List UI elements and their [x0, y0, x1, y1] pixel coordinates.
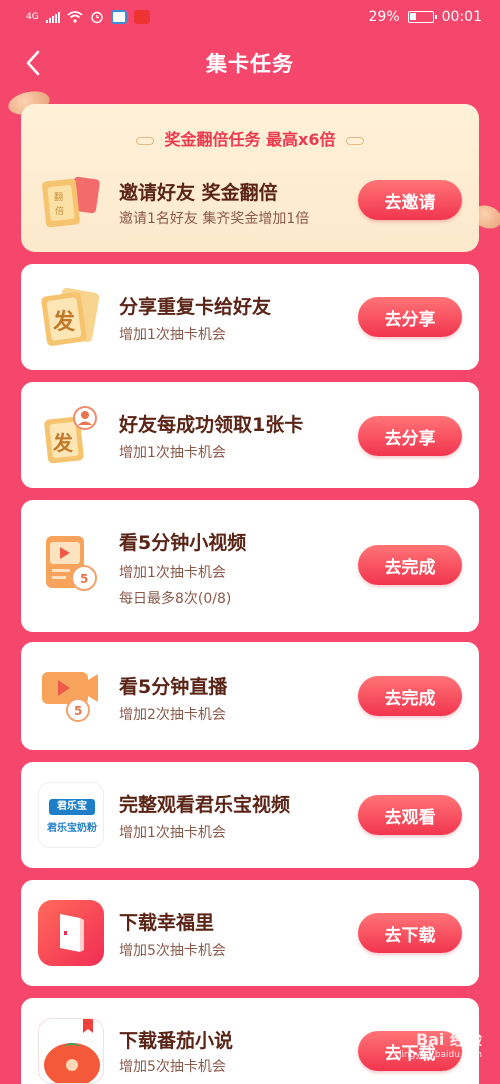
- task-card-short-video: 5 看5分钟小视频 增加1次抽卡机会 每日最多8次(0/8) 去完成: [21, 500, 479, 632]
- watermark-text: Bai 经验: [415, 1030, 482, 1049]
- junlebao-logo-bottom: 君乐宝奶粉: [47, 823, 97, 834]
- task-card-xingfuli: 下载幸福里 增加5次抽卡机会 去下载: [21, 880, 479, 986]
- task-sub: 增加1次抽卡机会: [119, 825, 226, 841]
- svg-text:倍: 倍: [55, 205, 64, 217]
- task-card-friend-claim: 发 好友每成功领取1张卡 增加1次抽卡机会 去分享: [21, 382, 479, 488]
- task-name: 好友每成功领取1张卡: [119, 414, 304, 436]
- wifi-icon: [67, 11, 83, 23]
- signal-icon: [45, 11, 60, 23]
- friend-card-icon: 发: [38, 404, 104, 470]
- share-button[interactable]: 去分享: [358, 416, 462, 456]
- chevron-left-icon: [26, 50, 40, 76]
- clock: 00:01: [441, 9, 482, 25]
- task-card-share-duplicate: 发 分享重复卡给好友 增加1次抽卡机会 去分享: [21, 264, 479, 370]
- share-card-icon: 发: [38, 284, 104, 350]
- task-name: 分享重复卡给好友: [119, 296, 272, 318]
- bonus-task-sub: 邀请1名好友 集齐奖金增加1倍: [119, 211, 310, 227]
- task-sub: 增加5次抽卡机会: [119, 1059, 226, 1075]
- complete-button[interactable]: 去完成: [358, 676, 462, 716]
- task-name: 看5分钟小视频: [119, 532, 247, 554]
- download-button[interactable]: 去下载: [358, 913, 462, 953]
- header: 集卡任务: [0, 34, 500, 92]
- alarm-icon: [91, 11, 103, 24]
- short-video-icon: 5: [38, 532, 104, 598]
- watch-button[interactable]: 去观看: [358, 795, 462, 835]
- junlebao-logo-top: 君乐宝: [49, 799, 95, 815]
- ribbon-decoration-icon: [136, 136, 155, 145]
- task-name: 下载幸福里: [119, 912, 215, 934]
- svg-text:5: 5: [74, 704, 82, 718]
- stock-app-icon: [133, 10, 150, 24]
- invite-button[interactable]: 去邀请: [358, 180, 462, 220]
- bonus-task-card: 奖金翻倍任务 最高x6倍 翻 倍 邀请好友 奖金翻倍 邀请1名好友 集齐奖金增加…: [21, 104, 479, 252]
- task-limit: 每日最多8次(0/8): [119, 591, 232, 607]
- app-notification-icon: [110, 10, 127, 24]
- network-label: 4G: [26, 12, 39, 22]
- watermark: Bai 经验 jingyan.baidu.com: [399, 1026, 482, 1060]
- task-sub: 增加1次抽卡机会: [119, 327, 226, 343]
- back-button[interactable]: [18, 48, 48, 78]
- bonus-title-row: 奖金翻倍任务 最高x6倍: [21, 126, 479, 150]
- ribbon-decoration-icon: [345, 136, 364, 145]
- svg-text:5: 5: [80, 572, 88, 586]
- task-sub: 增加1次抽卡机会: [119, 445, 226, 461]
- watermark-url: jingyan.baidu.com: [398, 1050, 482, 1060]
- task-card-live-stream: 5 看5分钟直播 增加2次抽卡机会 去完成: [21, 642, 479, 750]
- invite-cards-icon: 翻 倍: [38, 170, 104, 236]
- status-bar: 4G 29% 00:01: [0, 0, 500, 34]
- fanqie-novel-app-icon: [38, 1018, 104, 1084]
- bonus-task-name: 邀请好友 奖金翻倍: [119, 182, 278, 204]
- xingfuli-app-icon: [38, 900, 104, 966]
- task-name: 下载番茄小说: [119, 1030, 234, 1052]
- battery-icon: [407, 11, 437, 23]
- share-button[interactable]: 去分享: [358, 297, 462, 337]
- task-name: 完整观看君乐宝视频: [119, 794, 291, 816]
- task-sub: 增加2次抽卡机会: [119, 707, 226, 723]
- live-stream-icon: 5: [38, 662, 104, 728]
- task-name: 看5分钟直播: [119, 676, 228, 698]
- battery-percent: 29%: [368, 9, 400, 25]
- complete-button[interactable]: 去完成: [358, 545, 462, 585]
- bonus-title: 奖金翻倍任务 最高x6倍: [164, 130, 336, 149]
- junlebao-logo-icon: 君乐宝 君乐宝奶粉: [38, 782, 104, 848]
- svg-text:发: 发: [52, 431, 74, 455]
- svg-text:翻: 翻: [54, 192, 63, 203]
- task-sub: 增加5次抽卡机会: [119, 943, 226, 959]
- task-sub: 增加1次抽卡机会: [119, 565, 226, 581]
- task-card-junlebao-video: 君乐宝 君乐宝奶粉 完整观看君乐宝视频 增加1次抽卡机会 去观看: [21, 762, 479, 868]
- svg-text:发: 发: [52, 309, 76, 335]
- page-title: 集卡任务: [206, 52, 294, 76]
